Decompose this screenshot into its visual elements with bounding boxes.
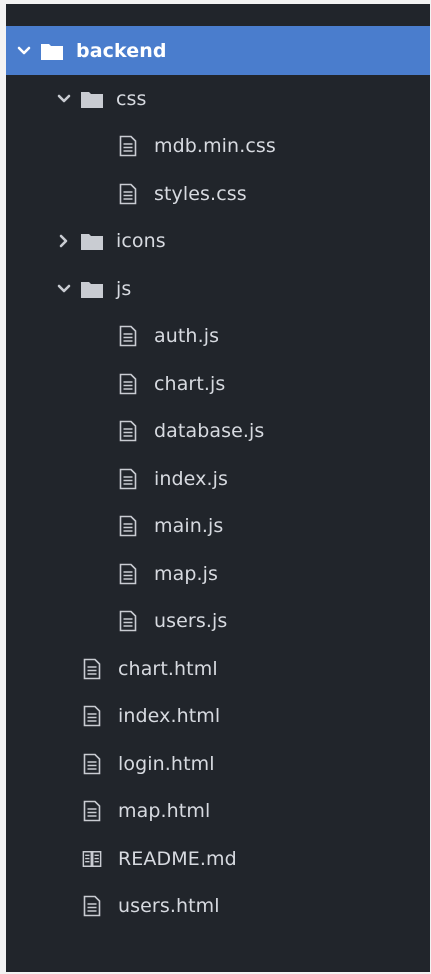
file-tree-panel: backend css mdb.min.css styles.css icons…	[6, 4, 430, 972]
file-item[interactable]: main.js	[6, 503, 430, 551]
file-text-icon	[82, 800, 102, 822]
folder-label: backend	[76, 39, 167, 62]
file-text-icon	[118, 563, 138, 585]
file-text-icon	[118, 420, 138, 442]
folder-js[interactable]: js	[6, 265, 430, 313]
file-item[interactable]: auth.js	[6, 313, 430, 361]
book-icon	[82, 848, 102, 870]
file-text-icon	[118, 515, 138, 537]
file-item[interactable]: users.js	[6, 598, 430, 646]
file-label: map.js	[154, 562, 219, 585]
file-item[interactable]: login.html	[6, 740, 430, 788]
file-item[interactable]: chart.js	[6, 360, 430, 408]
file-text-icon	[118, 610, 138, 632]
file-text-icon	[118, 135, 138, 157]
chevron-down-icon[interactable]	[16, 43, 32, 59]
file-label: index.html	[118, 705, 221, 728]
folder-label: js	[116, 277, 132, 300]
chevron-right-icon[interactable]	[56, 233, 72, 249]
folder-backend[interactable]: backend	[6, 26, 430, 75]
file-label: map.html	[118, 800, 211, 823]
file-text-icon	[82, 895, 102, 917]
file-label: index.js	[154, 467, 228, 490]
chevron-down-icon[interactable]	[56, 91, 72, 107]
file-label: mdb.min.css	[154, 135, 276, 158]
file-label: users.js	[154, 610, 228, 633]
folder-label: icons	[116, 230, 166, 253]
file-label: users.html	[118, 895, 220, 918]
file-item[interactable]: chart.html	[6, 645, 430, 693]
file-tree: backend css mdb.min.css styles.css icons…	[6, 26, 430, 930]
folder-label: css	[116, 87, 147, 110]
file-text-icon	[118, 468, 138, 490]
file-label: README.md	[118, 847, 237, 870]
file-label: chart.js	[154, 372, 226, 395]
file-label: database.js	[154, 420, 265, 443]
folder-icon	[80, 230, 104, 252]
file-item[interactable]: README.md	[6, 835, 430, 883]
file-item[interactable]: database.js	[6, 408, 430, 456]
folder-icon	[80, 278, 104, 300]
file-label: chart.html	[118, 657, 218, 680]
folder-icon	[80, 88, 104, 110]
file-text-icon	[118, 183, 138, 205]
file-item[interactable]: map.js	[6, 550, 430, 598]
file-text-icon	[118, 373, 138, 395]
folder-icons[interactable]: icons	[6, 218, 430, 266]
folder-css[interactable]: css	[6, 75, 430, 123]
file-text-icon	[118, 325, 138, 347]
file-text-icon	[82, 705, 102, 727]
file-item[interactable]: styles.css	[6, 170, 430, 218]
file-item[interactable]: users.html	[6, 883, 430, 931]
file-text-icon	[82, 753, 102, 775]
chevron-down-icon[interactable]	[56, 281, 72, 297]
file-item[interactable]: map.html	[6, 788, 430, 836]
file-label: auth.js	[154, 325, 220, 348]
file-label: main.js	[154, 515, 224, 538]
folder-icon	[40, 40, 64, 62]
file-item[interactable]: index.js	[6, 455, 430, 503]
file-text-icon	[82, 658, 102, 680]
file-item[interactable]: mdb.min.css	[6, 123, 430, 171]
file-label: login.html	[118, 752, 215, 775]
file-label: styles.css	[154, 182, 247, 205]
file-item[interactable]: index.html	[6, 693, 430, 741]
